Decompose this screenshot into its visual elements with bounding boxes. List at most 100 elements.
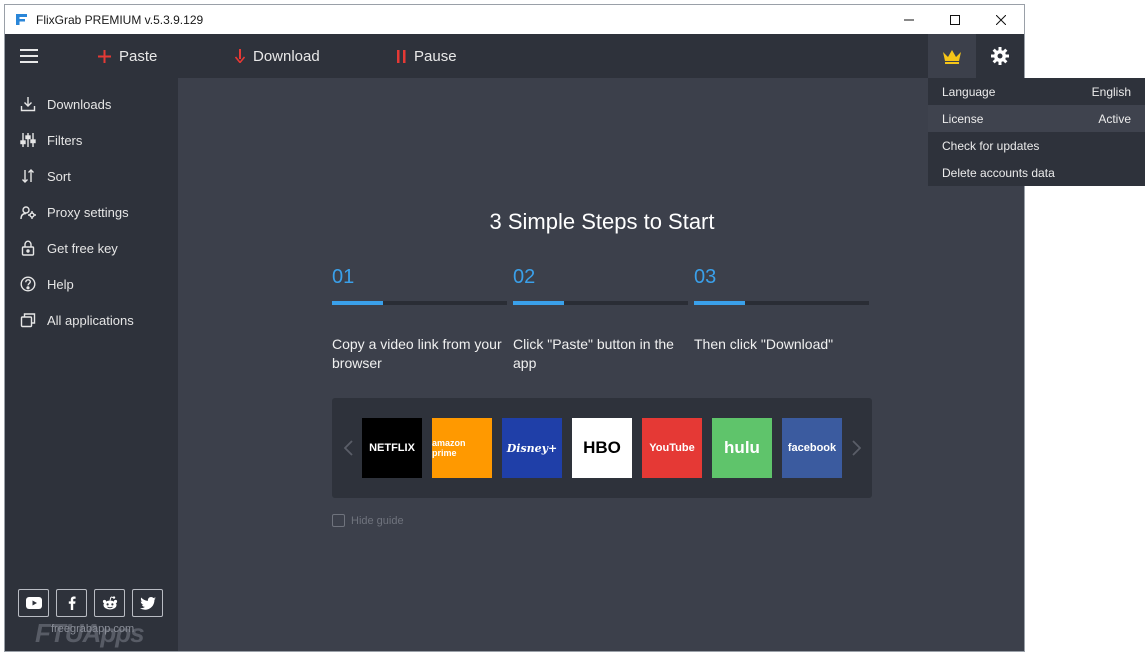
- sidebar-item-get-free-key[interactable]: Get free key: [5, 230, 178, 266]
- menu-item-label: Check for updates: [942, 138, 1040, 153]
- hbo-tile[interactable]: HBO: [572, 418, 632, 478]
- step-progress: [513, 301, 688, 305]
- tile-label: amazon prime: [432, 438, 466, 458]
- social-links: [18, 589, 163, 617]
- step-text: Then click "Download": [694, 336, 834, 352]
- tile-label: HBO: [583, 438, 621, 457]
- reddit-link[interactable]: [94, 589, 125, 617]
- sidebar-item-label: Downloads: [47, 96, 112, 112]
- freegrabapp-link[interactable]: freegrabapp.com: [51, 623, 134, 635]
- carousel-prev-button[interactable]: [336, 398, 360, 498]
- gear-icon: [991, 47, 1009, 65]
- chevron-left-icon: [343, 440, 353, 456]
- help-icon: [19, 275, 37, 293]
- toolbar: Paste Download Pause: [5, 34, 1024, 78]
- hulu-tile[interactable]: hulu: [712, 418, 772, 478]
- hide-guide-label: Hide guide: [351, 514, 404, 527]
- step-progress-fill: [513, 301, 564, 305]
- window-controls: [886, 5, 1024, 34]
- maximize-button[interactable]: [932, 5, 978, 34]
- sidebar-item-label: Sort: [47, 168, 71, 184]
- netflix-tile[interactable]: NETFLIX: [362, 418, 422, 478]
- services-carousel: NETFLIX amazon prime Disney+ HBO YouTube…: [332, 398, 872, 498]
- sidebar-item-sort[interactable]: Sort: [5, 158, 178, 194]
- carousel-next-button[interactable]: [844, 398, 868, 498]
- step-progress-fill: [332, 301, 383, 305]
- flixgrab-logo-icon: [15, 13, 28, 26]
- tile-label: NETFLIX: [369, 442, 415, 454]
- youtube-icon: [25, 597, 42, 609]
- twitter-link[interactable]: [132, 589, 163, 617]
- step-progress: [694, 301, 869, 305]
- sidebar-item-proxy-settings[interactable]: Proxy settings: [5, 194, 178, 230]
- youtube-link[interactable]: [18, 589, 49, 617]
- facebook-tile[interactable]: facebook: [782, 418, 842, 478]
- menu-item-delete-accounts-data[interactable]: Delete accounts data: [928, 159, 1145, 186]
- tile-label: Disney+: [506, 441, 558, 455]
- step-progress-fill: [694, 301, 745, 305]
- step-number: 03: [694, 266, 717, 288]
- step-3: 03 Then click "Download": [694, 266, 869, 354]
- step-text: Copy a video link from your browser: [332, 336, 502, 371]
- menu-item-license[interactable]: License Active: [928, 105, 1145, 132]
- paste-button[interactable]: Paste: [98, 34, 157, 78]
- applications-icon: [19, 311, 37, 329]
- filters-icon: [19, 131, 37, 149]
- amazon-prime-tile[interactable]: amazon prime: [432, 418, 492, 478]
- step-progress: [332, 301, 507, 305]
- tile-label: YouTube: [649, 442, 695, 454]
- minimize-button[interactable]: [886, 5, 932, 34]
- service-tiles: NETFLIX amazon prime Disney+ HBO YouTube…: [362, 418, 842, 478]
- chevron-right-icon: [851, 440, 861, 456]
- reddit-icon: [102, 596, 117, 610]
- window-title: FlixGrab PREMIUM v.5.3.9.129: [36, 12, 204, 27]
- title-bar: FlixGrab PREMIUM v.5.3.9.129: [5, 5, 1024, 34]
- guide-headline: 3 Simple Steps to Start: [489, 209, 715, 234]
- menu-item-language[interactable]: Language English: [928, 78, 1145, 105]
- menu-item-value: English: [1091, 84, 1131, 99]
- crown-icon: [943, 49, 961, 64]
- hide-guide-option[interactable]: Hide guide: [332, 514, 404, 527]
- tile-label: hulu: [724, 438, 760, 457]
- menu-item-check-for-updates[interactable]: Check for updates: [928, 132, 1145, 159]
- sidebar-menu: Downloads Filters Sort Proxy settings Ge…: [5, 78, 178, 338]
- download-label: Download: [253, 47, 320, 65]
- hamburger-menu-button[interactable]: [5, 34, 53, 78]
- tile-label: facebook: [787, 442, 837, 454]
- youtube-tile[interactable]: YouTube: [642, 418, 702, 478]
- settings-dropdown-menu: Language English License Active Check fo…: [928, 78, 1145, 186]
- sidebar-item-help[interactable]: Help: [5, 266, 178, 302]
- step-text: Click "Paste" button in the app: [513, 336, 674, 371]
- sidebar: Downloads Filters Sort Proxy settings Ge…: [5, 78, 178, 651]
- disney-plus-tile[interactable]: Disney+: [502, 418, 562, 478]
- sidebar-item-downloads[interactable]: Downloads: [5, 86, 178, 122]
- toolbar-right: [928, 34, 1024, 78]
- hamburger-icon: [20, 49, 38, 63]
- menu-item-label: Delete accounts data: [942, 165, 1055, 180]
- hide-guide-checkbox[interactable]: [332, 514, 345, 527]
- app-screen: FlixGrab PREMIUM v.5.3.9.129 Paste Downl…: [0, 0, 1147, 656]
- step-2: 02 Click "Paste" button in the app: [513, 266, 688, 373]
- main-content: 3 Simple Steps to Start 01 Copy a video …: [178, 78, 1024, 651]
- sidebar-item-label: Proxy settings: [47, 204, 129, 220]
- sidebar-item-label: Help: [47, 276, 74, 292]
- facebook-icon: [68, 596, 76, 610]
- sidebar-item-label: Get free key: [47, 240, 118, 256]
- step-number: 02: [513, 266, 536, 288]
- sidebar-item-all-applications[interactable]: All applications: [5, 302, 178, 338]
- pause-label: Pause: [414, 47, 457, 65]
- premium-button[interactable]: [928, 34, 976, 78]
- menu-item-label: Language: [942, 84, 996, 99]
- plus-icon: [98, 49, 111, 63]
- sidebar-item-filters[interactable]: Filters: [5, 122, 178, 158]
- arrow-down-icon: [235, 49, 245, 63]
- twitter-icon: [139, 596, 156, 610]
- menu-item-value: Active: [1098, 111, 1131, 126]
- close-button[interactable]: [978, 5, 1024, 34]
- step-number: 01: [332, 266, 355, 288]
- pause-icon: [397, 49, 406, 63]
- facebook-link[interactable]: [56, 589, 87, 617]
- settings-button[interactable]: [976, 34, 1024, 78]
- pause-button[interactable]: Pause: [397, 34, 457, 78]
- download-button[interactable]: Download: [235, 34, 320, 78]
